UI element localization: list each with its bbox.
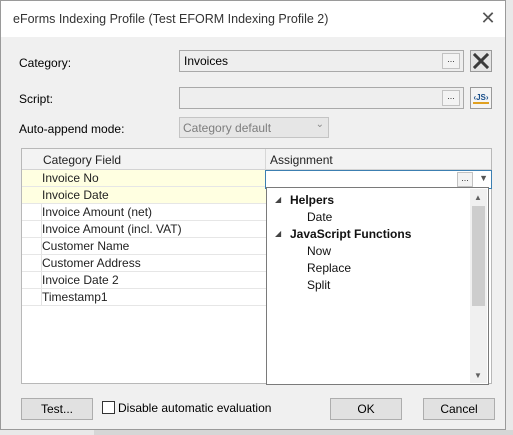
javascript-icon: ‹JS› <box>473 92 489 104</box>
category-field-cell: Invoice Amount (net) <box>42 205 153 219</box>
auto-append-value: Category default <box>183 121 272 135</box>
tree-group-helpers[interactable]: Helpers <box>290 193 334 207</box>
table-row[interactable]: Customer Name <box>22 238 266 255</box>
table-row[interactable]: Timestamp1 <box>22 289 266 306</box>
script-field[interactable]: ... <box>179 87 464 109</box>
category-field: Invoices ... <box>179 50 464 72</box>
table-row[interactable]: Invoice Date 2 <box>22 272 266 289</box>
dropdown-arrow-icon[interactable]: ▼ <box>479 173 488 183</box>
assignment-dropdown: ◢ Helpers Date ◢ JavaScript Functions No… <box>266 187 489 385</box>
table-row[interactable]: Invoice No <box>22 170 266 187</box>
scrollbar-thumb[interactable] <box>472 206 485 306</box>
column-header-category-field[interactable]: Category Field <box>43 153 121 167</box>
collapse-triangle-icon[interactable]: ◢ <box>275 195 281 204</box>
column-header-assignment[interactable]: Assignment <box>270 153 333 167</box>
table-row[interactable]: Invoice Amount (incl. VAT) <box>22 221 266 238</box>
close-icon[interactable]: ✕ <box>477 7 499 29</box>
tree-item-date[interactable]: Date <box>307 210 332 224</box>
category-value: Invoices <box>184 54 229 68</box>
scroll-up-icon[interactable]: ▲ <box>474 193 482 202</box>
chevron-down-icon: ⌄ <box>315 119 324 130</box>
javascript-editor-button[interactable]: ‹JS› <box>470 87 492 109</box>
auto-append-select[interactable]: Category default ⌄ <box>179 117 329 138</box>
script-label: Script: <box>19 92 54 106</box>
assignment-browse-button[interactable]: ... <box>457 172 473 187</box>
category-field-cell: Invoice Date <box>42 188 109 202</box>
category-field-cell: Customer Address <box>42 256 141 270</box>
test-button[interactable]: Test... <box>21 398 93 420</box>
collapse-triangle-icon[interactable]: ◢ <box>275 229 281 238</box>
ok-button[interactable]: OK <box>330 398 402 420</box>
table-row[interactable]: Invoice Date <box>22 187 266 204</box>
clear-x-icon <box>473 53 489 69</box>
category-field-cell: Timestamp1 <box>42 290 108 304</box>
column-separator[interactable] <box>265 149 266 169</box>
category-field-cell: Invoice Amount (incl. VAT) <box>42 222 182 236</box>
category-field-cell: Invoice No <box>42 171 99 185</box>
category-field-cell: Invoice Date 2 <box>42 273 119 287</box>
script-browse-button[interactable]: ... <box>442 90 460 106</box>
title-bar: eForms Indexing Profile (Test EFORM Inde… <box>1 1 505 37</box>
table-row[interactable]: Invoice Amount (net) <box>22 204 266 221</box>
cancel-button[interactable]: Cancel <box>423 398 495 420</box>
window-title: eForms Indexing Profile (Test EFORM Inde… <box>13 12 329 26</box>
table-row[interactable]: Customer Address <box>22 255 266 272</box>
tree-group-javascript-functions[interactable]: JavaScript Functions <box>290 227 411 241</box>
grid-header: Category Field Assignment <box>22 149 491 170</box>
tree-item-split[interactable]: Split <box>307 278 330 292</box>
window-shadow <box>94 430 513 435</box>
auto-append-label: Auto-append mode: <box>19 122 125 136</box>
category-field-cell: Customer Name <box>42 239 130 253</box>
tree-item-now[interactable]: Now <box>307 244 331 258</box>
disable-evaluation-checkbox[interactable] <box>102 401 115 414</box>
scroll-down-icon[interactable]: ▼ <box>474 371 482 380</box>
tree-item-replace[interactable]: Replace <box>307 261 351 275</box>
vertical-scrollbar[interactable]: ▲ ▼ <box>470 189 487 383</box>
category-label: Category: <box>19 56 72 70</box>
clear-category-button[interactable] <box>470 50 492 72</box>
disable-evaluation-label[interactable]: Disable automatic evaluation <box>118 401 271 415</box>
category-browse-button[interactable]: ... <box>442 53 460 69</box>
dialog-window: eForms Indexing Profile (Test EFORM Inde… <box>0 0 506 430</box>
